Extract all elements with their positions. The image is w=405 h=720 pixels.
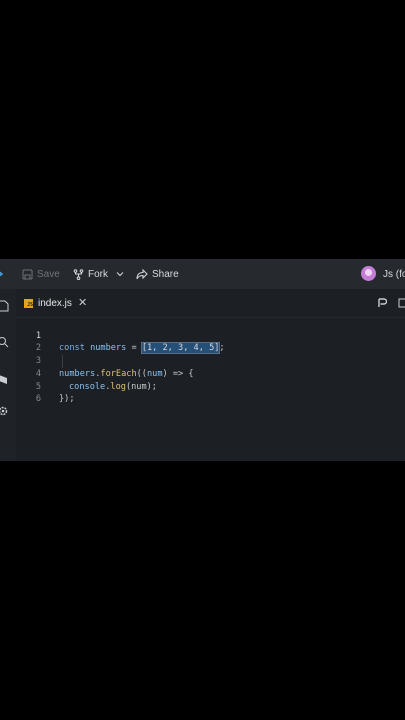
fork-icon xyxy=(73,268,84,280)
project-title[interactable]: Js (fo xyxy=(383,259,405,289)
share-label: Share xyxy=(152,268,179,280)
code-area[interactable]: 1 const numbers = [1, 2, 3, 4, 5]; 2 3 n… xyxy=(16,317,405,461)
split-editor-icon[interactable] xyxy=(398,298,405,308)
code-editor-app: Save Fork Share Js (fo JS index.js ✕ 1 c… xyxy=(0,259,405,461)
tab-label: index.js xyxy=(38,297,72,309)
top-toolbar: Save Fork Share Js (fo xyxy=(0,259,405,289)
save-icon xyxy=(22,269,33,279)
deploy-icon[interactable] xyxy=(0,373,9,385)
line-number: 6 xyxy=(35,394,41,405)
gear-icon[interactable] xyxy=(0,405,9,417)
code-line-1: 1 const numbers = [1, 2, 3, 4, 5]; xyxy=(16,317,405,355)
activity-bar xyxy=(0,289,16,461)
logo-icon[interactable] xyxy=(0,259,7,289)
close-icon[interactable]: ✕ xyxy=(78,296,87,309)
editor-tab-bar: JS index.js ✕ xyxy=(16,289,405,318)
save-button[interactable]: Save xyxy=(22,259,60,289)
code-line-3: 3 numbers.forEach((num) => { xyxy=(16,342,405,379)
tab-index-js[interactable]: JS index.js ✕ xyxy=(16,289,98,317)
code-line-2: 2 xyxy=(16,330,405,353)
code-line-6: 6 xyxy=(16,381,405,404)
share-icon xyxy=(136,268,148,279)
fork-button[interactable]: Fork xyxy=(73,259,108,289)
search-icon[interactable] xyxy=(0,336,9,348)
javascript-file-icon: JS xyxy=(24,298,33,308)
share-button[interactable]: Share xyxy=(136,259,179,289)
code-line-5: 5 }); xyxy=(16,368,405,405)
code-line-4: 4 console.log(num); xyxy=(16,355,405,392)
fork-label: Fork xyxy=(88,268,108,280)
chevron-down-icon xyxy=(116,272,124,277)
save-label: Save xyxy=(37,268,60,280)
preview-icon[interactable] xyxy=(378,298,387,308)
fork-dropdown-button[interactable] xyxy=(116,259,128,289)
files-icon[interactable] xyxy=(0,300,9,312)
avatar[interactable] xyxy=(361,266,376,281)
